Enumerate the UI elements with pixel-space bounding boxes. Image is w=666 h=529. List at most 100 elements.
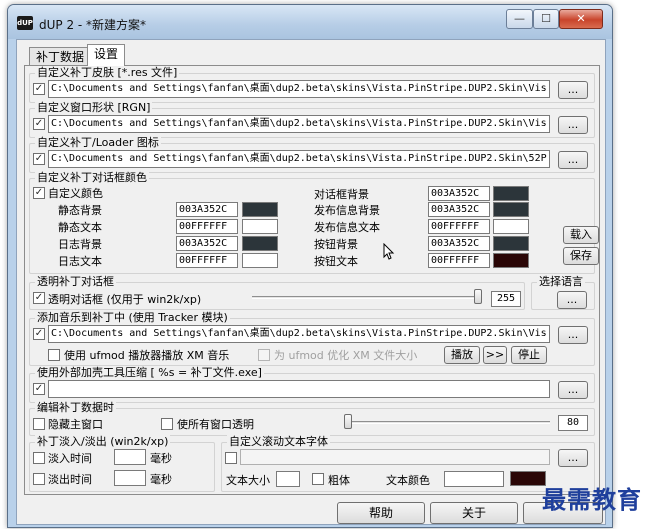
bold-checkbox[interactable] bbox=[312, 473, 324, 485]
client-area: 补丁数据 设置 自定义补丁皮肤 [*.res 文件] ✓ C:\Document… bbox=[16, 39, 606, 525]
button-text-hex[interactable]: 00FFFFFF bbox=[428, 253, 490, 268]
tab-settings[interactable]: 设置 bbox=[87, 44, 126, 66]
scroll-font-checkbox[interactable] bbox=[225, 452, 237, 464]
hide-main-checkbox[interactable] bbox=[33, 418, 45, 430]
skin-checkbox[interactable]: ✓ bbox=[33, 83, 45, 95]
skin-browse-button[interactable]: ... bbox=[558, 81, 588, 99]
fade-out-checkbox[interactable] bbox=[33, 473, 45, 485]
log-text-label: 日志文本 bbox=[58, 255, 102, 268]
button-text-swatch[interactable] bbox=[493, 253, 529, 268]
dialog-bg-hex[interactable]: 003A352C bbox=[428, 186, 490, 201]
icon-group: 自定义补丁/Loader 图标 ✓ C:\Documents and Setti… bbox=[29, 136, 595, 173]
info-text-swatch[interactable] bbox=[493, 219, 529, 234]
shape-group: 自定义窗口形状 [RGN] ✓ C:\Documents and Setting… bbox=[29, 101, 595, 138]
editing-group-title: 编辑补丁数据时 bbox=[35, 401, 116, 415]
editing-group: 编辑补丁数据时 隐藏主窗口 使所有窗口透明 80 bbox=[29, 401, 595, 436]
info-bg-hex[interactable]: 003A352C bbox=[428, 202, 490, 217]
packer-command-input[interactable] bbox=[48, 380, 550, 398]
transparent-checkbox[interactable]: ✓ bbox=[33, 292, 45, 304]
info-text-label: 发布信息文本 bbox=[314, 221, 380, 234]
custom-color-checkbox[interactable]: ✓ bbox=[33, 187, 45, 199]
icon-browse-button[interactable]: ... bbox=[558, 151, 588, 169]
transparency-value[interactable]: 255 bbox=[491, 291, 521, 307]
scroll-font-group-title: 自定义滚动文本字体 bbox=[227, 435, 330, 449]
scroll-font-browse-button[interactable]: ... bbox=[558, 449, 588, 467]
next-button[interactable]: >> bbox=[483, 346, 507, 364]
static-bg-hex[interactable]: 003A352C bbox=[176, 202, 238, 217]
app-window: dUP dUP 2 - *新建方案* — ☐ ✕ 补丁数据 设置 自定义补丁皮肤… bbox=[7, 4, 613, 528]
about-button[interactable]: 关于 bbox=[430, 502, 518, 524]
shape-checkbox[interactable]: ✓ bbox=[33, 118, 45, 130]
fade-out-unit: 毫秒 bbox=[150, 473, 172, 486]
log-bg-hex[interactable]: 003A352C bbox=[176, 236, 238, 251]
fade-in-input[interactable] bbox=[114, 449, 146, 465]
bold-label: 粗体 bbox=[328, 474, 350, 487]
stop-button[interactable]: 停止 bbox=[511, 346, 547, 364]
all-transparent-label: 使所有窗口透明 bbox=[177, 418, 254, 431]
colors-group-title: 自定义补丁对话框颜色 bbox=[35, 171, 149, 185]
window-title: dUP 2 - *新建方案* bbox=[39, 18, 147, 32]
log-text-hex[interactable]: 00FFFFFF bbox=[176, 253, 238, 268]
button-bg-hex[interactable]: 003A352C bbox=[428, 236, 490, 251]
packer-checkbox[interactable]: ✓ bbox=[33, 383, 45, 395]
title-bar: dUP dUP 2 - *新建方案* — ☐ ✕ bbox=[8, 5, 612, 39]
info-bg-swatch[interactable] bbox=[493, 202, 529, 217]
fade-in-unit: 毫秒 bbox=[150, 452, 172, 465]
music-checkbox[interactable]: ✓ bbox=[33, 328, 45, 340]
tab-patch-data[interactable]: 补丁数据 bbox=[29, 47, 92, 65]
dialog-bg-swatch[interactable] bbox=[493, 186, 529, 201]
all-transparent-checkbox[interactable] bbox=[161, 418, 173, 430]
icon-path-input[interactable]: C:\Documents and Settings\fanfan\桌面\dup2… bbox=[48, 150, 550, 168]
transparency-slider-thumb[interactable] bbox=[474, 289, 482, 304]
optimize-label: 为 ufmod 优化 XM 文件大小 bbox=[274, 349, 418, 362]
icon-checkbox[interactable]: ✓ bbox=[33, 153, 45, 165]
load-colors-button[interactable]: 载入 bbox=[563, 226, 599, 244]
button-bg-label: 按钮背景 bbox=[314, 238, 358, 251]
mouse-cursor-icon bbox=[383, 243, 395, 260]
colors-group: 自定义补丁对话框颜色 ✓ 自定义颜色 静态背景 003A352C 静态文本 00… bbox=[29, 171, 599, 274]
button-bg-swatch[interactable] bbox=[493, 236, 529, 251]
font-size-label: 文本大小 bbox=[226, 474, 270, 487]
fade-in-label: 淡入时间 bbox=[48, 452, 92, 465]
text-color-swatch[interactable] bbox=[510, 471, 546, 486]
packer-browse-button[interactable]: ... bbox=[558, 381, 588, 399]
save-colors-button[interactable]: 保存 bbox=[563, 247, 599, 265]
static-bg-swatch[interactable] bbox=[242, 202, 278, 217]
music-path-input[interactable]: C:\Documents and Settings\fanfan\桌面\dup2… bbox=[48, 325, 550, 343]
fade-in-checkbox[interactable] bbox=[33, 452, 45, 464]
text-color-input[interactable] bbox=[444, 471, 504, 487]
scroll-font-input bbox=[240, 449, 550, 465]
button-text-label: 按钮文本 bbox=[314, 255, 358, 268]
log-text-swatch[interactable] bbox=[242, 253, 278, 268]
static-text-hex[interactable]: 00FFFFFF bbox=[176, 219, 238, 234]
editing-slider-thumb[interactable] bbox=[344, 414, 352, 429]
log-bg-swatch[interactable] bbox=[242, 236, 278, 251]
shape-path-input[interactable]: C:\Documents and Settings\fanfan\桌面\dup2… bbox=[48, 115, 550, 133]
ufmod-checkbox[interactable] bbox=[48, 349, 60, 361]
shape-browse-button[interactable]: ... bbox=[558, 116, 588, 134]
info-text-hex[interactable]: 00FFFFFF bbox=[428, 219, 490, 234]
maximize-button[interactable]: ☐ bbox=[533, 9, 559, 29]
log-bg-label: 日志背景 bbox=[58, 238, 102, 251]
language-browse-button[interactable]: ... bbox=[557, 291, 587, 309]
play-button[interactable]: 播放 bbox=[444, 346, 480, 364]
minimize-button[interactable]: — bbox=[506, 9, 533, 29]
static-text-swatch[interactable] bbox=[242, 219, 278, 234]
transparent-group-title: 透明补丁对话框 bbox=[35, 275, 116, 289]
language-group: 选择语言 ... bbox=[531, 275, 595, 310]
editing-value[interactable]: 80 bbox=[558, 415, 588, 431]
music-group: 添加音乐到补丁中 (使用 Tracker 模块) ✓ C:\Documents … bbox=[29, 311, 595, 366]
hide-main-label: 隐藏主窗口 bbox=[48, 418, 103, 431]
ufmod-label: 使用 ufmod 播放器播放 XM 音乐 bbox=[64, 349, 230, 362]
transparent-label: 透明对话框 (仅用于 win2k/xp) bbox=[48, 293, 202, 306]
skin-path-input[interactable]: C:\Documents and Settings\fanfan\桌面\dup2… bbox=[48, 80, 550, 98]
watermark-logo: 最需教育 bbox=[542, 485, 642, 514]
editing-slider-track bbox=[344, 421, 550, 424]
music-browse-button[interactable]: ... bbox=[558, 326, 588, 344]
static-bg-label: 静态背景 bbox=[58, 204, 102, 217]
font-size-input[interactable] bbox=[276, 471, 300, 487]
fade-out-input[interactable] bbox=[114, 470, 146, 486]
close-button[interactable]: ✕ bbox=[559, 9, 603, 29]
help-button[interactable]: 帮助 bbox=[337, 502, 425, 524]
fade-group: 补丁淡入/淡出 (win2k/xp) 淡入时间 毫秒 淡出时间 毫秒 bbox=[29, 435, 215, 492]
